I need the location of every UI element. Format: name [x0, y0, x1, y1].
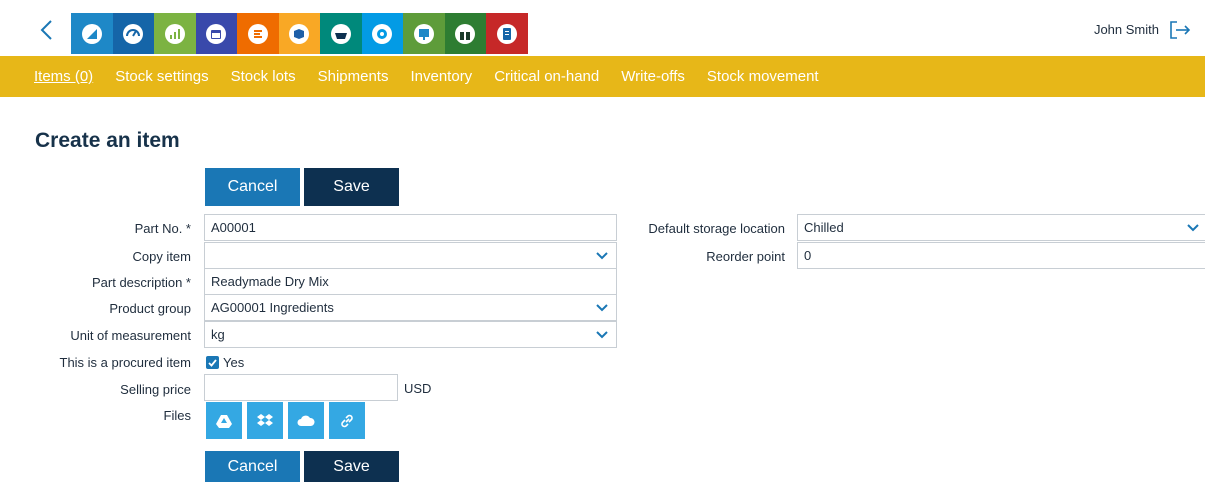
- nav-stock-movement[interactable]: Stock movement: [707, 68, 819, 85]
- part-description-label: Part description *: [92, 275, 191, 290]
- app-documents-icon[interactable]: [486, 13, 528, 54]
- procured-label: This is a procured item: [59, 355, 192, 370]
- page-title: Create an item: [35, 129, 180, 152]
- nav-inventory[interactable]: Inventory: [410, 68, 472, 85]
- chevron-down-icon: [596, 331, 608, 339]
- app-basket-icon[interactable]: [320, 13, 362, 54]
- chevron-down-icon: [596, 304, 608, 312]
- part-no-label: Part No. *: [134, 221, 191, 236]
- nav-shipments[interactable]: Shipments: [318, 68, 389, 85]
- default-storage-label: Default storage location: [648, 221, 785, 236]
- app-switcher: [71, 13, 528, 54]
- currency-label: USD: [404, 381, 432, 396]
- app-analytics-icon[interactable]: [154, 13, 196, 54]
- procured-value: Yes: [223, 355, 245, 370]
- link-button[interactable]: [329, 402, 365, 439]
- user-name[interactable]: John Smith: [1094, 22, 1159, 37]
- selling-price-input[interactable]: [204, 374, 398, 401]
- onedrive-button[interactable]: [288, 402, 324, 439]
- check-icon: [208, 359, 217, 367]
- product-group-select[interactable]: AG00001 Ingredients: [204, 294, 617, 321]
- dropbox-icon: [257, 414, 273, 426]
- logout-icon[interactable]: [1169, 20, 1191, 40]
- save-button-bottom[interactable]: Save: [304, 451, 399, 482]
- unit-label: Unit of measurement: [70, 328, 191, 343]
- reorder-point-input[interactable]: 0: [797, 242, 1205, 269]
- part-description-value: Readymade Dry Mix: [211, 274, 329, 289]
- part-no-value: A00001: [211, 220, 256, 235]
- google-drive-icon: [216, 414, 232, 428]
- top-bar: John Smith: [0, 0, 1205, 56]
- product-group-label: Product group: [109, 301, 191, 316]
- part-no-input[interactable]: A00001: [204, 214, 617, 241]
- app-box-icon[interactable]: [278, 13, 320, 54]
- module-nav: Items (0) Stock settings Stock lots Ship…: [0, 56, 1205, 97]
- app-gift-icon[interactable]: [444, 13, 486, 54]
- nav-critical-on-hand[interactable]: Critical on-hand: [494, 68, 599, 85]
- save-button-top[interactable]: Save: [304, 168, 399, 206]
- unit-value: kg: [211, 327, 225, 342]
- app-calendar-icon[interactable]: [195, 13, 237, 54]
- nav-items[interactable]: Items (0): [34, 68, 93, 85]
- default-storage-value: Chilled: [804, 220, 844, 235]
- app-settings-icon[interactable]: [361, 13, 403, 54]
- app-dashboard-icon[interactable]: [71, 13, 113, 54]
- selling-price-label: Selling price: [120, 382, 191, 397]
- back-arrow-icon[interactable]: [36, 17, 58, 43]
- part-description-input[interactable]: Readymade Dry Mix: [204, 268, 617, 295]
- nav-stock-lots[interactable]: Stock lots: [231, 68, 296, 85]
- copy-item-select[interactable]: [204, 242, 617, 269]
- app-gauge-icon[interactable]: [112, 13, 154, 54]
- dropbox-button[interactable]: [247, 402, 283, 439]
- nav-stock-settings[interactable]: Stock settings: [115, 68, 208, 85]
- chevron-down-icon: [596, 252, 608, 260]
- copy-item-label: Copy item: [132, 249, 191, 264]
- app-tasks-icon[interactable]: [237, 13, 279, 54]
- google-drive-button[interactable]: [206, 402, 242, 439]
- cancel-button-top[interactable]: Cancel: [205, 168, 300, 206]
- link-icon: [341, 414, 353, 427]
- chevron-down-icon: [1187, 224, 1199, 232]
- procured-checkbox[interactable]: [206, 356, 219, 369]
- files-label: Files: [163, 408, 191, 423]
- reorder-point-label: Reorder point: [706, 249, 785, 264]
- app-presentation-icon[interactable]: [403, 13, 445, 54]
- cloud-icon: [297, 415, 315, 426]
- unit-select[interactable]: kg: [204, 321, 617, 348]
- reorder-point-value: 0: [804, 248, 812, 263]
- product-group-value: AG00001 Ingredients: [211, 300, 334, 315]
- default-storage-select[interactable]: Chilled: [797, 214, 1205, 241]
- cancel-button-bottom[interactable]: Cancel: [205, 451, 300, 482]
- nav-write-offs[interactable]: Write-offs: [621, 68, 685, 85]
